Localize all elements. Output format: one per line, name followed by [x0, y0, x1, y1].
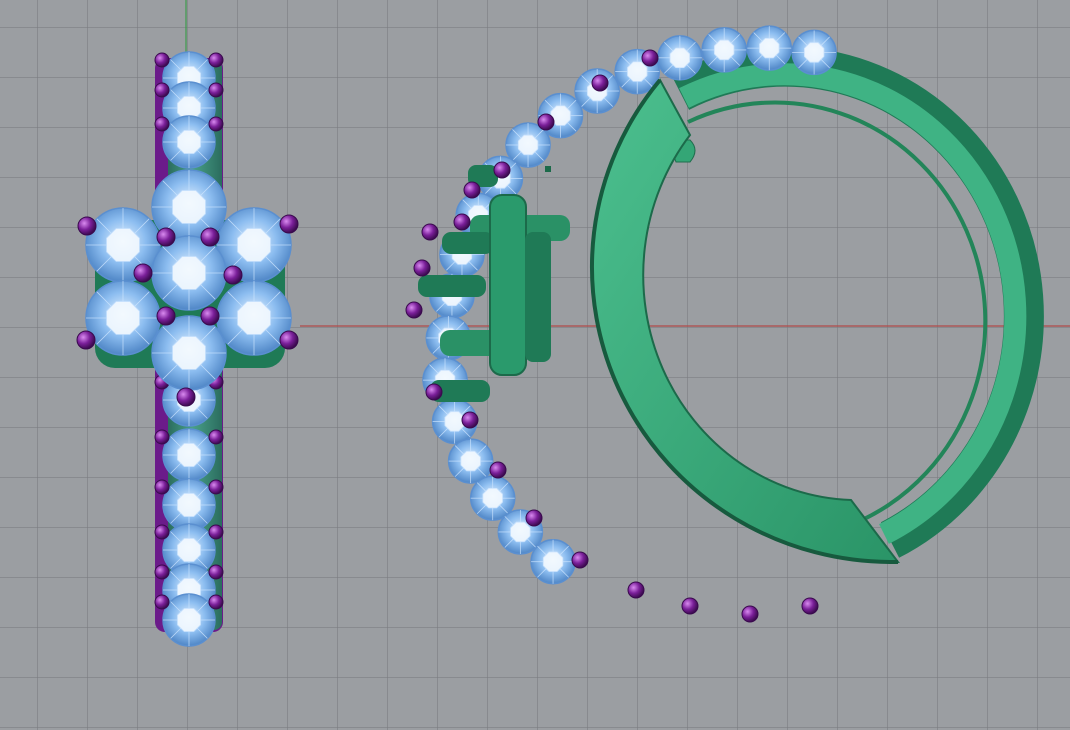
prong [405, 301, 423, 319]
prong [156, 306, 176, 326]
prong [208, 524, 224, 540]
gemstone [162, 428, 216, 482]
prong [279, 330, 299, 350]
ring-side-view[interactable] [405, 25, 1044, 623]
prong [200, 306, 220, 326]
ring-front-view[interactable] [76, 51, 299, 647]
gemstone [162, 593, 216, 647]
prong [208, 479, 224, 495]
prong [425, 383, 443, 401]
prong [208, 82, 224, 98]
viewport-canvas[interactable] [0, 0, 1070, 730]
prong [489, 461, 507, 479]
prong [279, 214, 299, 234]
gemstone [162, 115, 216, 169]
prong [200, 227, 220, 247]
prong [571, 551, 589, 569]
prong [421, 223, 439, 241]
prong [154, 479, 170, 495]
gemstone [151, 315, 227, 391]
prong [133, 263, 153, 283]
prong [76, 330, 96, 350]
prong [413, 259, 431, 277]
prong [681, 597, 699, 615]
prong [537, 113, 555, 131]
prong [154, 564, 170, 580]
prong [154, 116, 170, 132]
prong [208, 429, 224, 445]
prong [453, 213, 471, 231]
gemstone [162, 478, 216, 532]
gemstone [701, 27, 747, 73]
prong [641, 49, 659, 67]
prong [154, 52, 170, 68]
prong [208, 52, 224, 68]
side-detail-mark [545, 166, 551, 172]
gemstone [746, 25, 792, 71]
prong [591, 74, 609, 92]
prong [493, 161, 511, 179]
prong [154, 594, 170, 610]
prong [176, 387, 196, 407]
prong [154, 524, 170, 540]
prong [156, 227, 176, 247]
prong [627, 581, 645, 599]
prong [461, 411, 479, 429]
prong [154, 82, 170, 98]
gemstone [216, 280, 292, 356]
gemstone [530, 538, 576, 585]
side-band [591, 78, 900, 564]
prong [525, 509, 543, 527]
prong [741, 605, 759, 623]
gemstone [151, 235, 227, 311]
prong [801, 597, 819, 615]
prong [208, 564, 224, 580]
prong [208, 594, 224, 610]
gemstone [657, 35, 703, 81]
prong [208, 116, 224, 132]
prong [463, 181, 481, 199]
gemstone [85, 280, 161, 356]
prong [77, 216, 97, 236]
prong [223, 265, 243, 285]
front-flower-cluster [76, 169, 299, 407]
gemstone [791, 29, 837, 76]
prong [154, 429, 170, 445]
